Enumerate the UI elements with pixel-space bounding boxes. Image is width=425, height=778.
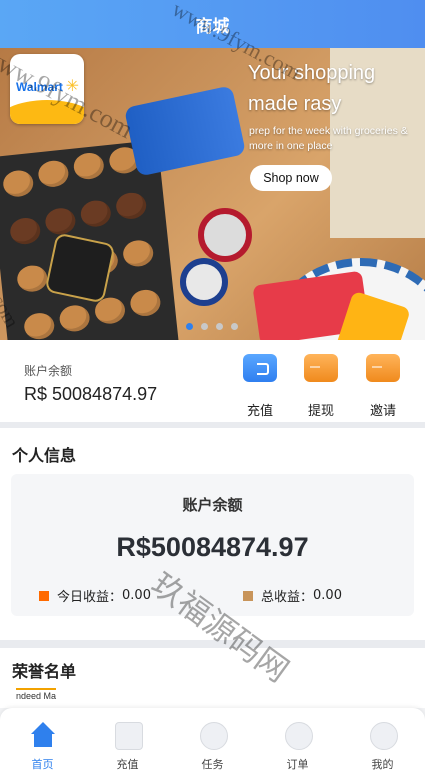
card-icon xyxy=(304,354,338,382)
page-title: 商城 xyxy=(195,16,230,37)
balance-summary-card: 账户余额 R$50084874.97 今日收益： 0.00 总收益： 0.00 xyxy=(11,474,414,616)
withdraw-button[interactable]: 提现 xyxy=(293,354,349,419)
app-header: 商城 xyxy=(0,0,425,48)
cookie-label-illustration xyxy=(44,232,116,304)
banner-headline: Your shopping made rasy xyxy=(248,62,376,115)
can-illustration xyxy=(180,258,228,306)
home-icon xyxy=(30,722,56,748)
tan-square-icon xyxy=(243,590,253,601)
divider xyxy=(0,640,425,648)
shop-now-button[interactable]: Shop now xyxy=(250,165,332,191)
carousel-dot[interactable] xyxy=(201,323,208,330)
banner-subline: prep for the week with groceries & more … xyxy=(249,125,408,152)
personal-info-section: 个人信息 账户余额 R$50084874.97 今日收益： 0.00 总收益： 0.… xyxy=(0,428,425,640)
recharge-icon xyxy=(114,722,143,750)
balance-value: R$ 50084874.97 xyxy=(24,384,158,404)
invite-button[interactable]: 邀请 xyxy=(355,354,411,419)
section-title: 荣誉名单 xyxy=(12,662,77,681)
section-title: 个人信息 xyxy=(12,446,77,465)
water-pack-illustration xyxy=(123,85,247,177)
total-earnings: 总收益： 0.00 xyxy=(243,586,342,605)
tab-home[interactable]: 首页 xyxy=(0,708,85,778)
summary-balance-label: 账户余额 xyxy=(182,496,243,514)
balance-card: 账户余额 R$ 50084874.97 充值 提现 邀请 xyxy=(0,340,425,422)
spark-icon: ✳ xyxy=(65,76,79,95)
tab-profile[interactable]: 我的 xyxy=(340,708,425,778)
profile-icon xyxy=(369,722,398,750)
carousel-dot[interactable] xyxy=(231,323,238,330)
carousel-dot[interactable] xyxy=(186,323,193,330)
task-icon xyxy=(199,722,228,750)
carousel-dots xyxy=(186,323,238,330)
order-icon xyxy=(284,722,313,750)
card-icon xyxy=(366,354,400,382)
honor-entry-logo: ndeed Ma xyxy=(16,688,57,701)
recharge-button[interactable]: 充值 xyxy=(232,354,288,419)
walmart-logo: Walmart ✳ xyxy=(10,54,84,124)
tab-order[interactable]: 订单 xyxy=(255,708,340,778)
today-earnings: 今日收益： 0.00 xyxy=(39,586,151,605)
summary-balance-value: R$50084874.97 xyxy=(116,532,309,562)
honor-list-section: 荣誉名单 ndeed Ma xyxy=(0,648,425,708)
can-illustration xyxy=(198,208,252,262)
wallet-icon xyxy=(243,354,277,382)
bottom-tab-bar: 首页 充值 任务 订单 我的 xyxy=(0,708,425,778)
carousel-dot[interactable] xyxy=(216,323,223,330)
orange-square-icon xyxy=(39,590,49,601)
balance-label: 账户余额 xyxy=(24,364,73,378)
tab-task[interactable]: 任务 xyxy=(170,708,255,778)
tab-recharge[interactable]: 充值 xyxy=(85,708,170,778)
promo-banner[interactable]: Walmart ✳ Your shopping made rasy prep f… xyxy=(0,48,425,340)
